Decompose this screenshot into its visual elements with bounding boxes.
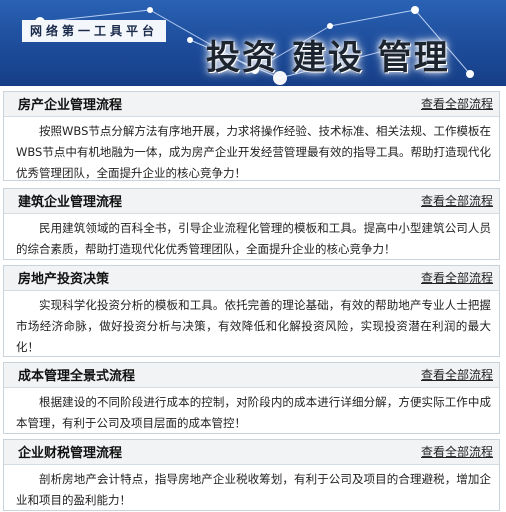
section-header: 企业财税管理流程 查看全部流程	[4, 440, 499, 465]
section-finance-tax-management: 企业财税管理流程 查看全部流程 剖析房地产会计特点，指导房地产企业税收筹划，有利…	[3, 439, 500, 511]
view-all-process-link[interactable]: 查看全部流程	[421, 440, 493, 464]
section-title: 房产企业管理流程	[18, 98, 123, 113]
section-header: 成本管理全景式流程 查看全部流程	[4, 363, 499, 388]
section-real-estate-management: 房产企业管理流程 查看全部流程 按照WBS节点分解方法有序地开展，力求将操作经验…	[3, 91, 500, 181]
section-title: 成本管理全景式流程	[18, 369, 136, 384]
section-construction-management: 建筑企业管理流程 查看全部流程 民用建筑领域的百科全书，引导企业流程化管理的模板…	[3, 188, 500, 260]
section-investment-decision: 房地产投资决策 查看全部流程 实现科学化投资分析的模板和工具。依托完善的理论基础…	[3, 265, 500, 357]
section-header: 建筑企业管理流程 查看全部流程	[4, 189, 499, 214]
section-title: 房地产投资决策	[18, 272, 110, 287]
section-description: 实现科学化投资分析的模板和工具。依托完善的理论基础，有效的帮助地产专业人士把握市…	[16, 298, 491, 354]
view-all-process-link[interactable]: 查看全部流程	[421, 189, 493, 213]
header-banner: 网络第一工具平台 投资 建设 管理	[0, 0, 506, 86]
section-header: 房地产投资决策 查看全部流程	[4, 266, 499, 291]
banner-headline: 投资 建设 管理	[206, 38, 450, 78]
section-title: 建筑企业管理流程	[18, 195, 123, 210]
section-description: 按照WBS节点分解方法有序地开展，力求将操作经验、技术标准、相关法规、工作模板在…	[16, 124, 491, 180]
section-cost-management: 成本管理全景式流程 查看全部流程 根据建设的不同阶段进行成本的控制，对阶段内的成…	[3, 362, 500, 434]
section-description: 根据建设的不同阶段进行成本的控制，对阶段内的成本进行详细分解，方便实际工作中成本…	[16, 395, 491, 430]
section-title: 企业财税管理流程	[18, 446, 123, 461]
view-all-process-link[interactable]: 查看全部流程	[421, 266, 493, 290]
view-all-process-link[interactable]: 查看全部流程	[421, 92, 493, 116]
section-header: 房产企业管理流程 查看全部流程	[4, 92, 499, 117]
banner-tagline: 网络第一工具平台	[22, 20, 167, 42]
section-description: 剖析房地产会计特点，指导房地产企业税收筹划，有利于公司及项目的合理避税，增加企业…	[16, 472, 491, 507]
section-description: 民用建筑领域的百科全书，引导企业流程化管理的模板和工具。提高中小型建筑公司人员的…	[16, 221, 491, 256]
view-all-process-link[interactable]: 查看全部流程	[421, 363, 493, 387]
